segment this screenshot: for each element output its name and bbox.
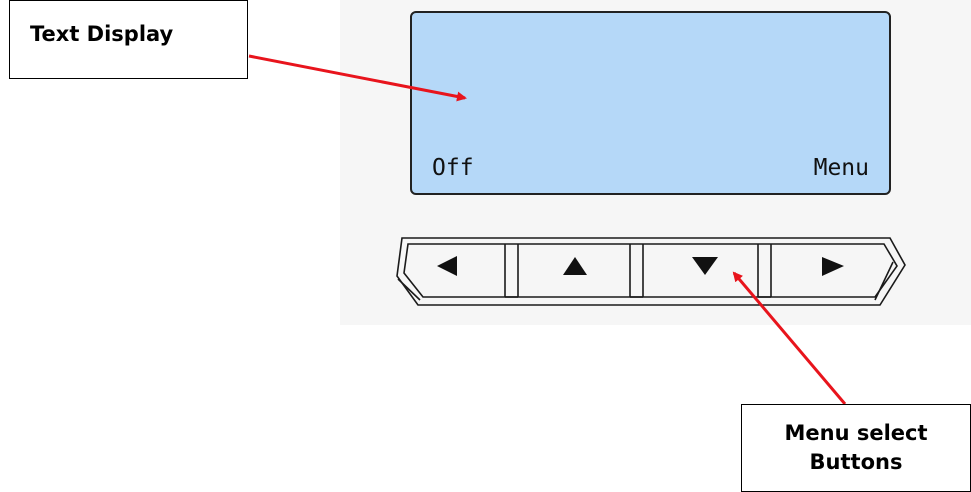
text-display-callout: Text Display (9, 0, 248, 79)
text-display-arrow (248, 54, 467, 102)
button-up[interactable] (518, 246, 630, 296)
menu-select-label-line1: Menu select (784, 421, 928, 445)
text-display-label: Text Display (30, 22, 174, 46)
button-left[interactable] (408, 246, 505, 296)
menu-select-label-line2: Buttons (809, 450, 903, 474)
button-right[interactable] (771, 246, 876, 296)
menu-select-callout: Menu select Buttons (741, 404, 971, 492)
button-down[interactable] (643, 246, 758, 296)
